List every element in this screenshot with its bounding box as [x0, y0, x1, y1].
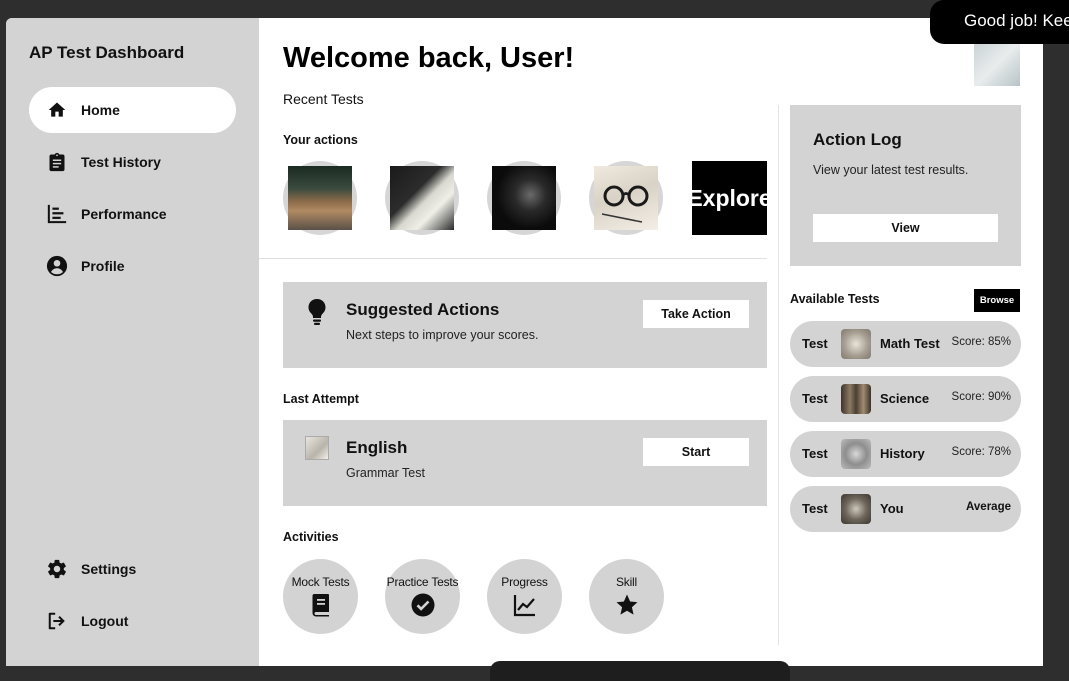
- page-title: Welcome back, User!: [283, 42, 575, 74]
- user-circle-icon: [45, 254, 69, 278]
- action-thumbnail-stage[interactable]: [487, 161, 561, 235]
- gear-icon: [45, 557, 69, 581]
- test-row-math[interactable]: Test Math Test Score: 85%: [790, 321, 1021, 367]
- test-row-prefix: Test: [802, 446, 828, 461]
- star-icon: [615, 593, 639, 617]
- main-content: Welcome back, User! Recent Tests Your ac…: [259, 18, 1043, 666]
- browse-button[interactable]: Browse: [974, 289, 1020, 312]
- test-row-name: Math Test: [880, 336, 940, 351]
- activity-practice-tests-label: Practice Tests: [386, 575, 459, 589]
- activity-progress-label: Progress: [501, 575, 548, 589]
- stage-image: [492, 166, 556, 230]
- english-test-thumbnail: [305, 436, 329, 460]
- test-row-prefix: Test: [802, 336, 828, 351]
- activity-practice-tests[interactable]: Practice Tests: [385, 559, 460, 634]
- activity-mock-tests[interactable]: Mock Tests: [283, 559, 358, 634]
- app-title: AP Test Dashboard: [29, 43, 185, 62]
- activity-mock-tests-label: Mock Tests: [291, 575, 350, 589]
- test-row-you[interactable]: Test You Average: [790, 486, 1021, 532]
- test-row-name: Science: [880, 391, 930, 406]
- activity-skill-label: Skill: [615, 575, 637, 589]
- compass-thumbnail: [841, 494, 871, 524]
- bar-list-icon: [45, 202, 69, 226]
- nav-test-history-label: Test History: [81, 154, 161, 170]
- lightbulb-icon: [305, 298, 329, 331]
- test-row-prefix: Test: [802, 501, 828, 516]
- nav-settings[interactable]: Settings: [29, 546, 236, 592]
- recent-tests-label: Recent Tests: [283, 91, 364, 107]
- test-row-prefix: Test: [802, 391, 828, 406]
- column-divider: [778, 105, 779, 645]
- activity-skill[interactable]: Skill: [589, 559, 664, 634]
- test-row-score: Score: 90%: [951, 391, 1011, 403]
- suggested-actions-title: Suggested Actions: [346, 300, 500, 319]
- nav-home-label: Home: [81, 102, 120, 118]
- nav-profile-label: Profile: [81, 258, 125, 274]
- action-thumbnail-desk[interactable]: [385, 161, 459, 235]
- test-row-science[interactable]: Test Science Score: 90%: [790, 376, 1021, 422]
- test-row-history[interactable]: Test History Score: 78%: [790, 431, 1021, 477]
- take-action-button[interactable]: Take Action: [643, 300, 749, 328]
- activities-label: Activities: [283, 530, 339, 544]
- test-row-score: Score: 85%: [951, 336, 1011, 348]
- book-icon: [309, 593, 333, 617]
- nav-logout[interactable]: Logout: [29, 598, 236, 644]
- logs-image: [288, 166, 352, 230]
- nav-logout-label: Logout: [81, 613, 129, 629]
- action-log-card: Action Log View your latest test results…: [790, 105, 1021, 266]
- app-window: AP Test Dashboard Home Test History Perf…: [6, 18, 1043, 666]
- test-row-name: You: [880, 501, 904, 516]
- nav-test-history[interactable]: Test History: [29, 139, 236, 185]
- divider: [259, 258, 767, 259]
- nav-performance[interactable]: Performance: [29, 191, 236, 237]
- action-log-subtitle: View your latest test results.: [813, 163, 969, 177]
- last-attempt-title: English: [346, 438, 408, 457]
- view-button[interactable]: View: [813, 214, 998, 242]
- line-chart-icon: [513, 593, 537, 617]
- toast-notification: Good job! Keep: [930, 0, 1069, 44]
- history-test-thumbnail: [841, 439, 871, 469]
- suggested-actions-subtitle: Next steps to improve your scores.: [346, 328, 539, 342]
- explore-button[interactable]: Explore: [692, 161, 767, 235]
- science-test-thumbnail: [841, 384, 871, 414]
- nav-settings-label: Settings: [81, 561, 137, 577]
- glasses-image: [594, 166, 658, 230]
- activity-progress[interactable]: Progress: [487, 559, 562, 634]
- nav-performance-label: Performance: [81, 206, 167, 222]
- last-attempt-label: Last Attempt: [283, 392, 359, 406]
- home-icon: [45, 98, 69, 122]
- test-row-score: Score: 78%: [951, 446, 1011, 458]
- desk-papers-image: [390, 166, 454, 230]
- available-tests-label: Available Tests: [790, 292, 880, 306]
- last-attempt-subtitle: Grammar Test: [346, 466, 425, 480]
- clipboard-icon: [45, 150, 69, 174]
- sidebar: AP Test Dashboard Home Test History Perf…: [6, 18, 259, 666]
- nav-home[interactable]: Home: [29, 87, 236, 133]
- action-thumbnail-logs[interactable]: [283, 161, 357, 235]
- last-attempt-card: English Grammar Test Start: [283, 420, 767, 506]
- test-row-score: Average: [966, 501, 1011, 513]
- start-button[interactable]: Start: [643, 438, 749, 466]
- check-circle-icon: [411, 593, 435, 617]
- your-actions-label: Your actions: [283, 133, 358, 147]
- bottom-overlay-bar: [490, 661, 790, 681]
- action-log-title: Action Log: [813, 130, 902, 149]
- math-test-thumbnail: [841, 329, 871, 359]
- action-thumbnail-glasses[interactable]: [589, 161, 663, 235]
- corner-thumbnail-image: [974, 42, 1020, 86]
- test-row-name: History: [880, 446, 925, 461]
- nav-profile[interactable]: Profile: [29, 243, 236, 289]
- logout-icon: [45, 609, 69, 633]
- suggested-actions-card: Suggested Actions Next steps to improve …: [283, 282, 767, 368]
